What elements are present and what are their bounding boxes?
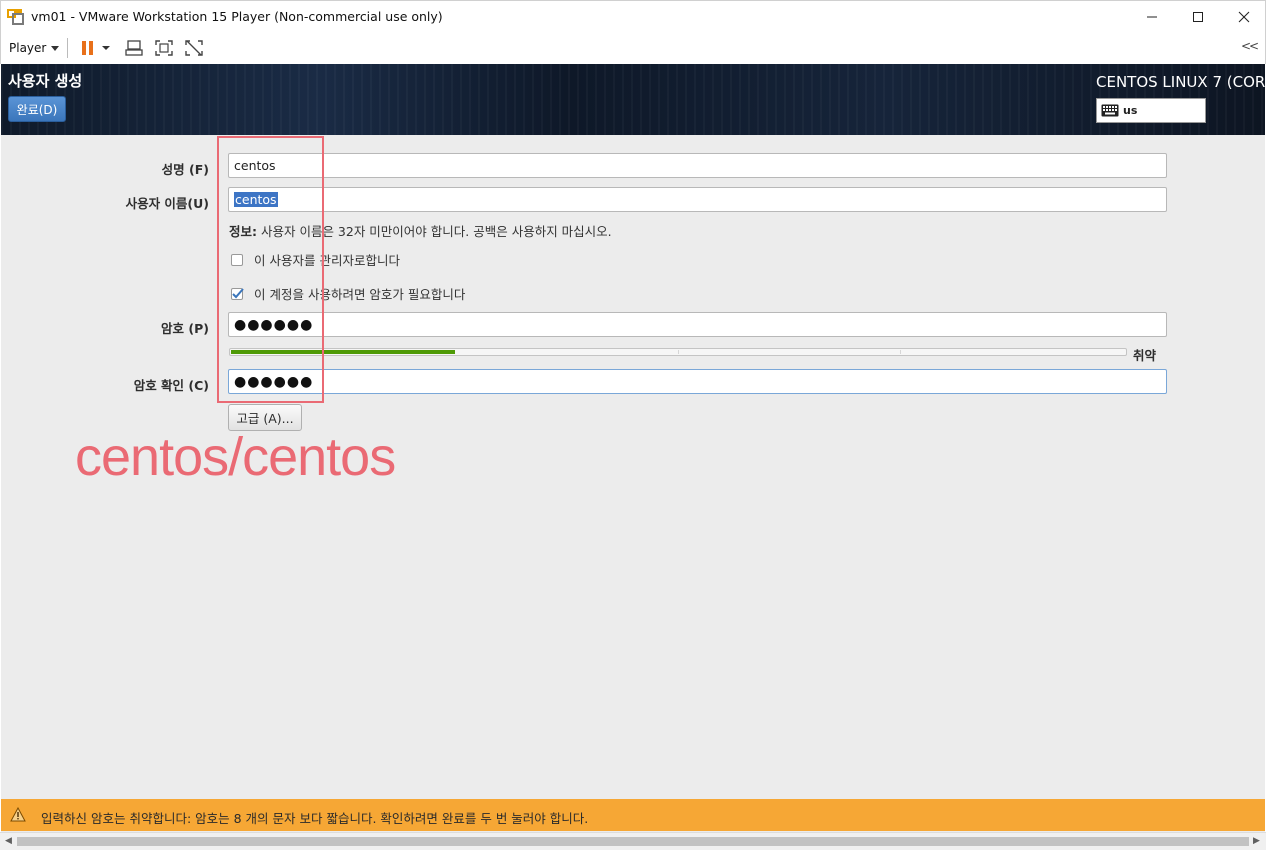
vmware-app-icon [7,8,25,26]
password-input[interactable]: ●●●●●● [228,312,1167,337]
password-strength-label: 취약 [1133,348,1157,363]
scroll-right-icon[interactable]: ▶ [1253,836,1260,846]
scrollbar-thumb[interactable] [17,837,1249,846]
unity-button[interactable] [183,38,205,58]
username-input[interactable]: centos [228,187,1167,212]
collapse-toolbar-button[interactable]: << [1241,39,1259,53]
minimize-button[interactable] [1129,1,1175,33]
horizontal-scrollbar[interactable]: ◀ ▶ [0,832,1266,850]
page-title: 사용자 생성 [8,72,83,90]
username-label: 사용자 이름(U) [125,196,209,211]
minimize-icon [1147,16,1157,18]
annotation-highlight-box [217,136,324,403]
warning-message: 입력하신 암호는 취약합니다: 암호는 8 개의 문자 보다 짧습니다. 확인하… [41,811,589,826]
fullname-input[interactable]: centos [228,153,1167,178]
window-titlebar: vm01 - VMware Workstation 15 Player (Non… [0,0,1266,32]
done-button[interactable]: 완료(D) [8,96,66,122]
fullscreen-button[interactable] [153,38,175,58]
player-toolbar: Player << [0,32,1266,64]
send-keys-icon [125,40,143,56]
password-strength-meter [229,348,1127,356]
confirm-password-input[interactable]: ●●●●●● [228,369,1167,394]
chevron-down-icon [51,45,60,51]
maximize-button[interactable] [1175,1,1221,33]
strength-segment-divider [900,350,901,354]
maximize-icon [1193,12,1203,22]
warning-bar[interactable]: 입력하신 암호는 취약합니다: 암호는 8 개의 문자 보다 짧습니다. 확인하… [1,799,1265,831]
product-name: CENTOS LINUX 7 (CORE [1096,73,1265,91]
fullname-label: 성명 (F) [161,162,209,177]
window-title: vm01 - VMware Workstation 15 Player (Non… [31,9,443,24]
keyboard-layout-indicator[interactable]: us [1096,98,1206,123]
toolbar-divider [67,38,68,58]
scroll-left-icon[interactable]: ◀ [5,836,12,846]
close-icon [1238,11,1250,23]
strength-segment-divider [678,350,679,354]
keyboard-layout-label: us [1123,104,1138,117]
annotation-text: centos/centos [75,427,396,487]
warning-icon [10,807,26,822]
installer-header: 사용자 생성 완료(D) CENTOS LINUX 7 (CORE us [1,64,1265,135]
keyboard-icon [1101,104,1119,117]
pause-icon [82,41,110,55]
pause-button[interactable] [80,38,110,58]
unity-icon [185,40,203,56]
player-menu-button[interactable]: Player [9,38,60,58]
confirm-password-label: 암호 확인 (C) [133,378,209,393]
fullscreen-icon [155,40,173,56]
password-label: 암호 (P) [161,321,209,336]
guest-screen: 사용자 생성 완료(D) CENTOS LINUX 7 (CORE us 성명 … [1,64,1265,832]
close-button[interactable] [1221,1,1266,33]
send-ctrl-alt-del-button[interactable] [123,38,145,58]
header-background [1,64,1265,135]
player-menu-label: Player [9,41,47,55]
